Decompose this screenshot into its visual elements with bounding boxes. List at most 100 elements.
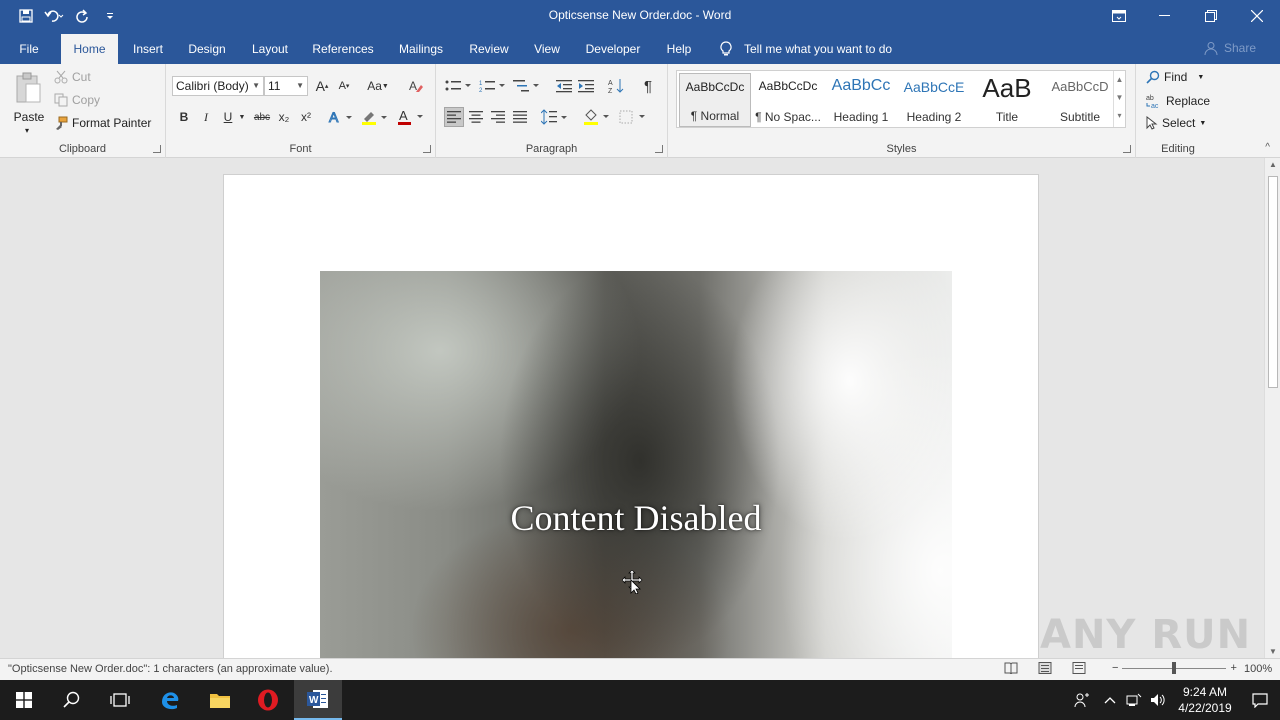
share-button[interactable]: Share [1204,41,1256,55]
styles-launcher-icon[interactable] [1123,145,1131,153]
tab-home[interactable]: Home [61,34,118,64]
clock[interactable]: 9:24 AM 4/22/2019 [1170,684,1240,716]
style-heading-1[interactable]: AaBbCc Heading 1 [825,73,897,127]
search-button[interactable] [48,680,96,720]
tab-file[interactable]: File [8,34,50,64]
align-right-button[interactable] [488,107,508,127]
strikethrough-button[interactable]: abc [252,107,272,127]
read-mode-icon[interactable] [1004,662,1018,674]
italic-button[interactable]: I [196,107,216,127]
start-button[interactable] [0,680,48,720]
subscript-button[interactable]: x₂ [274,107,294,127]
tab-review[interactable]: Review [462,34,516,64]
font-color-button[interactable]: A [396,107,426,127]
style-heading-2[interactable]: AaBbCcE Heading 2 [898,73,970,127]
minimize-icon[interactable] [1142,0,1188,32]
numbering-button[interactable]: 12 [478,76,508,96]
file-explorer-button[interactable] [196,680,244,720]
print-layout-icon[interactable] [1038,662,1052,674]
close-icon[interactable] [1234,0,1280,32]
underline-dropdown-icon[interactable]: ▼ [236,107,248,127]
zoom-percent[interactable]: 100% [1244,663,1272,675]
scroll-down-icon[interactable]: ▼ [1269,647,1277,656]
style-title[interactable]: AaB Title [971,73,1043,127]
format-painter-button[interactable]: Format Painter [54,116,151,130]
text-effects-button[interactable]: A [326,107,356,127]
tab-help[interactable]: Help [658,34,700,64]
paste-button[interactable]: Paste ▾ [10,68,48,136]
tab-view[interactable]: View [526,34,568,64]
align-center-button[interactable] [466,107,486,127]
document-area[interactable]: Content Disabled [0,158,1264,658]
zoom-slider-knob[interactable] [1172,661,1177,674]
copy-button[interactable]: Copy [54,93,100,107]
highlight-button[interactable] [360,107,390,127]
style-no-spacing[interactable]: AaBbCcDc ¶ No Spac... [752,73,824,127]
search-icon [1146,70,1160,84]
more-styles-icon[interactable]: ▾ [1114,107,1125,125]
people-icon[interactable] [1066,692,1098,708]
paragraph-launcher-icon[interactable] [655,145,663,153]
superscript-button[interactable]: x² [296,107,316,127]
show-formatting-button[interactable]: ¶ [638,76,658,96]
show-hidden-icons-icon[interactable] [1098,696,1122,704]
justify-button[interactable] [510,107,530,127]
opera-button[interactable] [244,680,292,720]
styles-gallery-scroll[interactable]: ▲ ▼ ▾ [1113,71,1125,127]
ribbon-display-options-icon[interactable] [1096,0,1142,32]
replace-button[interactable]: ab ac Replace [1146,93,1210,109]
font-name-select[interactable]: Calibri (Body) ▼ [172,76,264,96]
bullets-button[interactable] [444,76,474,96]
tab-developer[interactable]: Developer [578,34,648,64]
tab-mailings[interactable]: Mailings [390,34,452,64]
tab-design[interactable]: Design [180,34,234,64]
zoom-slider[interactable] [1122,661,1227,674]
multilevel-list-button[interactable] [512,76,542,96]
style-normal[interactable]: AaBbCcDc ¶ Normal [679,73,751,127]
increase-indent-button[interactable] [576,76,596,96]
scroll-up-icon[interactable]: ▲ [1269,160,1277,169]
zoom-in-icon[interactable]: + [1230,662,1236,674]
select-button[interactable]: Select ▼ [1146,116,1206,130]
vertical-scrollbar[interactable]: ▲ ▼ [1264,158,1280,658]
collapse-ribbon-icon[interactable]: ^ [1265,142,1270,153]
tell-me-box[interactable]: Tell me what you want to do [720,41,892,57]
style-name: Heading 2 [906,110,962,124]
font-size-select[interactable]: 11 ▼ [264,76,308,96]
decrease-indent-button[interactable] [554,76,574,96]
tab-references[interactable]: References [306,34,380,64]
chevron-up-icon[interactable]: ▲ [1114,71,1125,89]
font-launcher-icon[interactable] [423,145,431,153]
scrollbar-thumb[interactable] [1268,176,1278,388]
align-left-button[interactable] [444,107,464,127]
content-disabled-image[interactable]: Content Disabled [320,271,952,658]
borders-button[interactable] [618,107,648,127]
cut-button[interactable]: Cut [54,70,91,84]
change-case-button[interactable]: Aa ▼ [364,76,392,96]
shading-button[interactable] [582,107,612,127]
sort-button[interactable]: AZ [606,76,626,96]
action-center-icon[interactable] [1240,692,1280,708]
line-spacing-button[interactable] [540,107,570,127]
clipboard-launcher-icon[interactable] [153,145,161,153]
style-subtitle[interactable]: AaBbCcD Subtitle [1044,73,1116,127]
tab-layout[interactable]: Layout [243,34,297,64]
shrink-font-button[interactable]: A ▾ [334,76,354,96]
task-view-button[interactable] [96,680,144,720]
edge-button[interactable] [146,680,194,720]
web-layout-icon[interactable] [1072,662,1086,674]
tab-insert[interactable]: Insert [124,34,172,64]
shrink-font-icon: A [338,80,346,92]
chevron-down-icon[interactable]: ▼ [1114,89,1125,107]
underline-button[interactable]: U [218,107,238,127]
volume-icon[interactable] [1146,693,1170,707]
clear-formatting-button[interactable]: A [406,76,426,96]
bold-button[interactable]: B [174,107,194,127]
network-icon[interactable] [1122,693,1146,707]
find-button[interactable]: Find ▼ [1146,70,1204,84]
grow-font-button[interactable]: A ▴ [312,76,332,96]
restore-icon[interactable] [1188,0,1234,32]
word-taskbar-button[interactable]: W [294,680,342,720]
replace-icon: abac [1146,95,1159,109]
zoom-out-icon[interactable]: − [1112,662,1118,674]
